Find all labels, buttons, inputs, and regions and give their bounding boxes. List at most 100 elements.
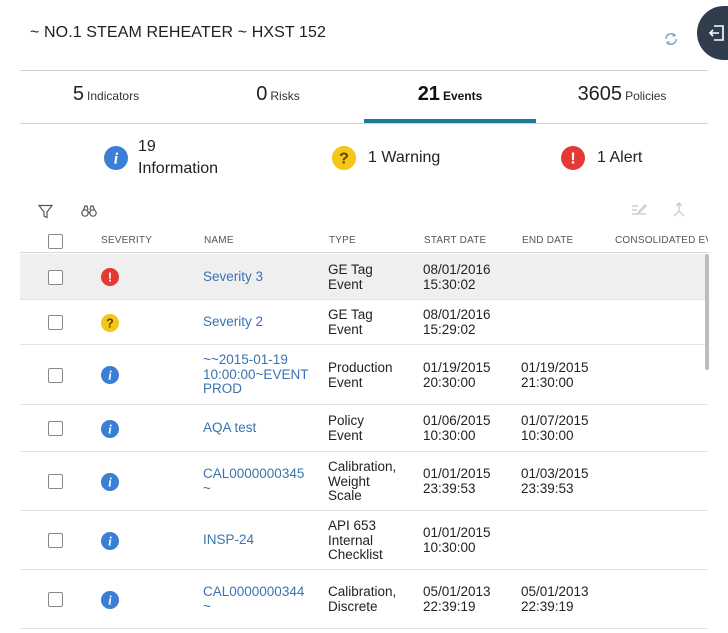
binoculars-icon[interactable] [81, 204, 97, 223]
table-row[interactable]: i CAL0000000345 ~ Calibration, Weight Scale 01… [20, 452, 708, 511]
divider [20, 123, 708, 124]
tab-indicators[interactable]: 5 Indicators [20, 71, 192, 123]
svg-text:i: i [108, 594, 112, 608]
event-type: Production Event [328, 360, 393, 390]
end-date: 01/19/2015 21:30:00 [521, 360, 589, 390]
summary-information-count: 19 [138, 138, 156, 155]
select-all-checkbox[interactable] [48, 234, 63, 249]
start-date: 01/01/2015 10:30:00 [423, 525, 491, 555]
summary-information[interactable]: i [104, 146, 128, 175]
panel-exit-icon [708, 25, 724, 41]
start-date: 01/19/2015 20:30:00 [423, 360, 491, 390]
event-name-link[interactable]: CAL0000000344 ~ [203, 584, 304, 614]
side-panel-toggle-button[interactable] [697, 6, 728, 60]
table-row[interactable]: i AQA test Policy Event 01/06/2015 10:30:00 01… [20, 405, 708, 452]
scrollbar[interactable] [705, 254, 709, 370]
tab-bar: 5 Indicators 0 Risks 21 Events 3605 Policies [20, 71, 708, 123]
start-date: 08/01/2016 15:30:02 [423, 262, 491, 292]
column-header-start-date[interactable]: START DATE [424, 235, 486, 246]
table-row[interactable]: i INSP-24 API 653 Internal Checklist 01/01/20… [20, 511, 708, 570]
event-name-link[interactable]: ~~2015-01-19 10:00:00~EVENT PROD [203, 352, 308, 397]
row-checkbox[interactable] [48, 270, 63, 285]
warning-icon: ? [332, 146, 356, 170]
start-date: 05/01/2013 22:39:19 [423, 584, 491, 614]
severity-summary: i 19 Information ? 1 Warning ! 1 Alert [0, 132, 728, 187]
event-type: GE Tag Event [328, 307, 373, 337]
event-name-link[interactable]: AQA test [203, 420, 256, 436]
summary-information-label: Information [138, 160, 219, 177]
tab-risks[interactable]: 0 Risks [192, 71, 364, 123]
tab-policies[interactable]: 3605 Policies [536, 71, 708, 123]
tab-count: 21 [417, 83, 440, 105]
tab-label: Indicators [87, 89, 140, 103]
column-header-consolidated-events[interactable]: CONSOLIDATED EV [615, 235, 708, 246]
tab-events[interactable]: 21 Events [364, 71, 536, 123]
row-checkbox[interactable] [48, 474, 63, 489]
svg-text:i: i [108, 423, 112, 437]
row-checkbox[interactable] [48, 421, 63, 436]
severity-cell: i [101, 532, 119, 555]
table-row[interactable]: i ~~2015-01-19 10:00:00~EVENT PROD Productio… [20, 345, 708, 405]
end-date: 01/07/2015 10:30:00 [521, 413, 589, 443]
column-header-severity[interactable]: SEVERITY [101, 235, 152, 246]
bulk-edit-icon[interactable] [631, 203, 647, 222]
tab-label: Events [442, 89, 483, 103]
svg-text:?: ? [339, 151, 349, 168]
alert-icon: ! [561, 146, 585, 170]
tab-count: 3605 [577, 83, 623, 105]
tab-count: 0 [256, 83, 268, 105]
info-icon: i [104, 146, 128, 170]
event-name-link[interactable]: INSP-24 [203, 532, 254, 548]
info-icon: i [101, 532, 119, 550]
event-type: Calibration, Weight Scale [328, 459, 397, 503]
table-row[interactable]: ! Severity 3 GE Tag Event 08/01/2016 15:30:02 [20, 254, 708, 300]
summary-warning[interactable]: ? [332, 146, 356, 175]
row-checkbox[interactable] [48, 592, 63, 607]
start-date: 01/01/2015 23:39:53 [423, 466, 491, 496]
event-name-link[interactable]: CAL0000000345 ~ [203, 466, 304, 496]
event-name-link[interactable]: Severity 2 [203, 314, 263, 330]
filter-icon[interactable] [37, 204, 54, 224]
alert-icon: ! [101, 268, 119, 286]
column-header-name[interactable]: NAME [204, 235, 234, 246]
start-date: 01/06/2015 10:30:00 [423, 413, 491, 443]
svg-text:i: i [108, 369, 112, 383]
summary-warning-label: 1 Warning [368, 149, 441, 166]
severity-cell: i [101, 591, 119, 614]
severity-cell: i [101, 420, 119, 443]
severity-cell: ! [101, 268, 119, 291]
svg-text:?: ? [106, 317, 114, 331]
svg-text:i: i [108, 476, 112, 490]
start-date: 08/01/2016 15:29:02 [423, 307, 491, 337]
row-checkbox[interactable] [48, 315, 63, 330]
tab-label: Risks [270, 89, 300, 103]
table-row[interactable]: ? Severity 2 GE Tag Event 08/01/2016 15:29:02 [20, 300, 708, 345]
tab-label: Policies [625, 89, 667, 103]
table-row[interactable]: i CAL0000000344 ~ Calibration, Discrete 05/01… [20, 570, 708, 629]
consolidate-icon[interactable] [672, 202, 686, 223]
svg-text:i: i [108, 535, 112, 549]
svg-text:!: ! [570, 151, 575, 168]
refresh-icon[interactable] [662, 30, 680, 48]
page-title: ~ NO.1 STEAM REHEATER ~ HXST 152 [30, 24, 327, 41]
severity-cell: i [101, 473, 119, 496]
column-header-end-date[interactable]: END DATE [522, 235, 573, 246]
event-type: API 653 Internal Checklist [328, 518, 383, 562]
severity-cell: ? [101, 314, 119, 337]
info-icon: i [101, 366, 119, 384]
tab-count: 5 [72, 83, 85, 105]
svg-text:!: ! [108, 271, 112, 285]
end-date: 05/01/2013 22:39:19 [521, 584, 589, 614]
event-type: GE Tag Event [328, 262, 373, 292]
column-header-type[interactable]: TYPE [329, 235, 356, 246]
header: ~ NO.1 STEAM REHEATER ~ HXST 152 [0, 0, 728, 70]
info-icon: i [101, 420, 119, 438]
row-checkbox[interactable] [48, 368, 63, 383]
event-type: Policy Event [328, 413, 365, 443]
event-name-link[interactable]: Severity 3 [203, 269, 263, 285]
warning-icon: ? [101, 314, 119, 332]
summary-alert[interactable]: ! [561, 146, 585, 175]
summary-alert-label: 1 Alert [597, 149, 643, 166]
info-icon: i [101, 473, 119, 491]
row-checkbox[interactable] [48, 533, 63, 548]
